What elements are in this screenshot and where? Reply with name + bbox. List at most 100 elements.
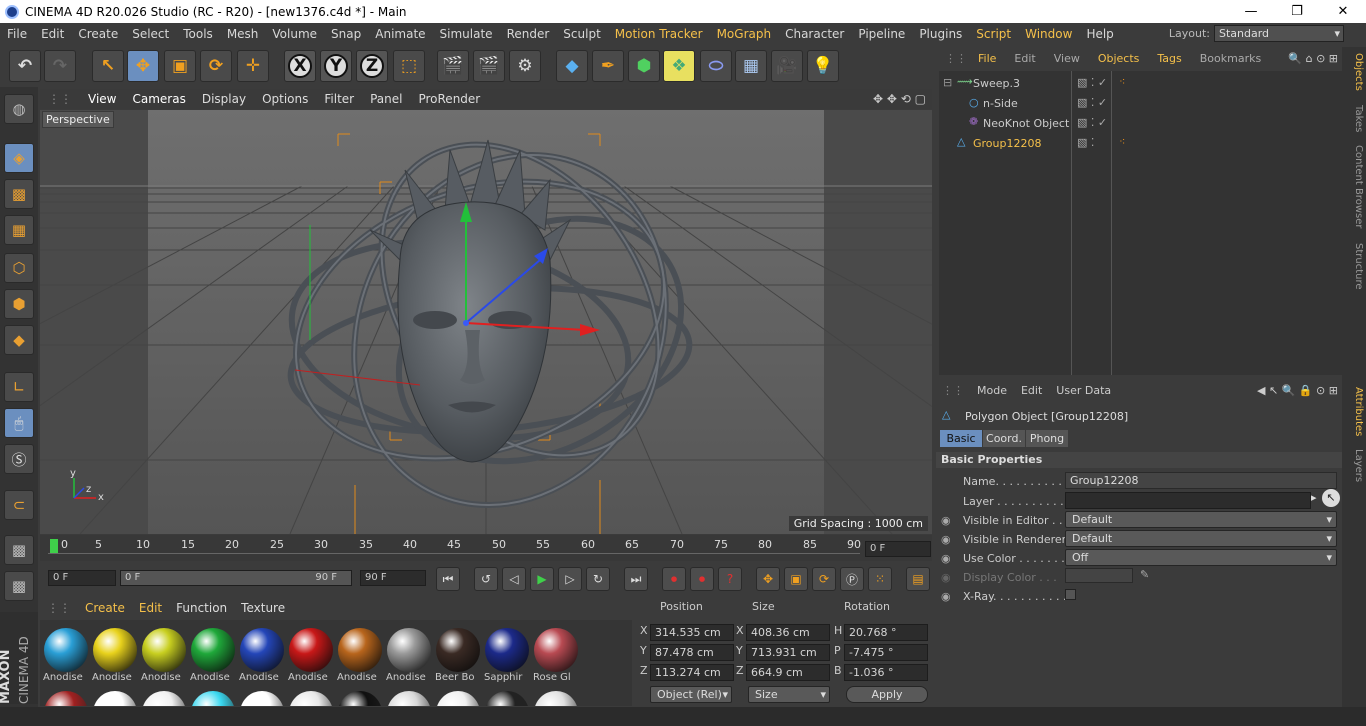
material-swatch[interactable] [484,688,530,706]
object-menu-objects[interactable]: Objects [1089,52,1149,68]
object-row-nside[interactable]: ○ n-Side ▧ ⁚ ✓ [939,94,1343,113]
recent-tools-icon[interactable]: ✛ [237,50,269,82]
planar-workplane-icon[interactable]: ▩ [4,571,34,601]
menu-window[interactable]: Window [1018,27,1079,41]
redo-icon[interactable]: ↷ [44,50,76,82]
menu-volume[interactable]: Volume [265,27,324,41]
material-swatch[interactable]: Anodise [92,625,138,687]
tab-basic[interactable]: Basic [940,430,982,447]
viewport-menu-options[interactable]: Options [254,92,316,106]
workplane-lock-icon[interactable]: ▩ [4,535,34,565]
visibility-dots-icon[interactable]: ▧ ⁚ ✓ [1077,76,1107,89]
menu-script[interactable]: Script [969,27,1018,41]
previous-frame-icon[interactable]: ◁ [502,567,526,591]
phong-tag-icon[interactable]: ⁖ [1119,75,1125,88]
material-swatch[interactable]: Anodise [337,625,383,687]
material-swatch[interactable] [190,688,236,706]
tab-layers[interactable]: Layers [1344,449,1364,482]
use-color-dropdown[interactable]: Off ▾ [1065,549,1337,566]
material-swatch[interactable]: Sapphir [484,625,530,687]
previous-key-icon[interactable]: ↺ [474,567,498,591]
start-frame-field[interactable]: 0 F [48,570,116,586]
subdivision-surface-icon[interactable]: ⬢ [628,50,660,82]
animate-radio-icon[interactable]: ◉ [941,571,951,584]
live-selection-icon[interactable]: ↖ [92,50,124,82]
menu-file[interactable]: File [0,27,34,41]
menu-plugins[interactable]: Plugins [912,27,969,41]
x-axis-lock-button[interactable]: X [284,50,316,82]
menu-mesh[interactable]: Mesh [220,27,266,41]
perspective-viewport[interactable]: Perspective Grid Spacing : 1000 cm y z x [40,110,932,534]
tab-objects[interactable]: Objects [1344,53,1364,91]
rotate-tool-icon[interactable]: ⟳ [200,50,232,82]
undo-icon[interactable]: ↶ [9,50,41,82]
viewport-navigation-icons[interactable]: ✥ ✥ ⟲ ▢ [873,92,926,106]
object-menu-view[interactable]: View [1045,52,1089,68]
animate-radio-icon[interactable]: ◉ [941,552,951,565]
move-tool-icon[interactable]: ✥ [127,50,159,82]
close-button[interactable]: ✕ [1320,0,1366,23]
menu-simulate[interactable]: Simulate [433,27,500,41]
tweak-mode-icon[interactable]: 🖱 [4,408,34,438]
attribute-menu-edit[interactable]: Edit [1014,384,1049,400]
next-key-icon[interactable]: ↻ [586,567,610,591]
menu-select[interactable]: Select [125,27,176,41]
display-color-swatch[interactable] [1065,568,1133,583]
scale-tool-icon[interactable]: ▣ [164,50,196,82]
menu-sculpt[interactable]: Sculpt [556,27,607,41]
menu-help[interactable]: Help [1079,27,1120,41]
name-field[interactable]: Group12208 [1065,472,1337,489]
material-swatch[interactable] [43,688,89,706]
points-mode-icon[interactable]: ⬡ [4,253,34,283]
phong-tag-icon[interactable]: ⁖ [1119,135,1125,148]
viewport-menu-display[interactable]: Display [194,92,254,106]
cloner-icon[interactable]: ❖ [663,50,695,82]
rotation-field[interactable]: -7.475 ° [844,644,928,661]
end-frame-field[interactable]: 90 F [360,570,426,586]
visible-in-renderer-dropdown[interactable]: Default ▾ [1065,530,1337,547]
tab-takes[interactable]: Takes [1344,105,1364,132]
menu-edit[interactable]: Edit [34,27,71,41]
menu-character[interactable]: Character [778,27,851,41]
material-swatch[interactable] [435,688,481,706]
render-to-picture-viewer-icon[interactable]: 🎬 [473,50,505,82]
viewport-menu-filter[interactable]: Filter [316,92,362,106]
menu-pipeline[interactable]: Pipeline [851,27,912,41]
menu-create[interactable]: Create [71,27,125,41]
timeline-window-icon[interactable]: ▤ [906,567,930,591]
object-menu-bookmarks[interactable]: Bookmarks [1191,52,1270,68]
workplane-mode-icon[interactable]: ▦ [4,215,34,245]
material-swatch[interactable] [239,688,285,706]
visible-in-editor-dropdown[interactable]: Default ▾ [1065,511,1337,528]
autokeying-icon[interactable]: ⏺ [690,567,714,591]
cursor-pick-icon[interactable]: ↖ [1322,489,1340,507]
viewport-menu-prorender[interactable]: ProRender [410,92,488,106]
object-row-group[interactable]: △ Group12208 ▧ ⁚ ⁖ [939,134,1343,153]
minimize-button[interactable]: — [1228,0,1274,23]
tab-coord[interactable]: Coord. [983,430,1025,447]
record-point-level-icon[interactable]: ⁙ [868,567,892,591]
frame-range-slider[interactable]: 0 F 90 F [120,570,352,586]
animate-radio-icon[interactable]: ◉ [941,514,951,527]
snap-enable-icon[interactable]: ⊂ [4,490,34,520]
current-frame-field[interactable]: 0 F [865,541,931,557]
position-field[interactable]: 314.535 cm [650,624,734,641]
tab-phong[interactable]: Phong [1026,430,1068,447]
material-swatch[interactable]: Beer Bo [435,625,481,687]
material-swatch[interactable] [141,688,187,706]
animate-radio-icon[interactable]: ◉ [941,590,951,603]
layer-field[interactable] [1065,492,1311,509]
layout-dropdown[interactable]: Standard ▾ [1214,25,1344,42]
edit-render-settings-icon[interactable]: ⚙ [509,50,541,82]
pen-spline-icon[interactable]: ✒ [592,50,624,82]
record-scale-icon[interactable]: ▣ [784,567,808,591]
light-icon[interactable]: 💡 [807,50,839,82]
size-mode-dropdown[interactable]: Size ▾ [748,686,830,703]
record-position-icon[interactable]: ✥ [756,567,780,591]
eyedropper-icon[interactable]: ✎ [1140,568,1149,581]
polygons-mode-icon[interactable]: ◆ [4,325,34,355]
floor-scene-icon[interactable]: ▦ [735,50,767,82]
solo-mode-icon[interactable]: Ⓢ [4,444,34,474]
material-swatch[interactable]: Rose Gl [533,625,579,687]
play-forward-icon[interactable]: ▶ [530,567,554,591]
